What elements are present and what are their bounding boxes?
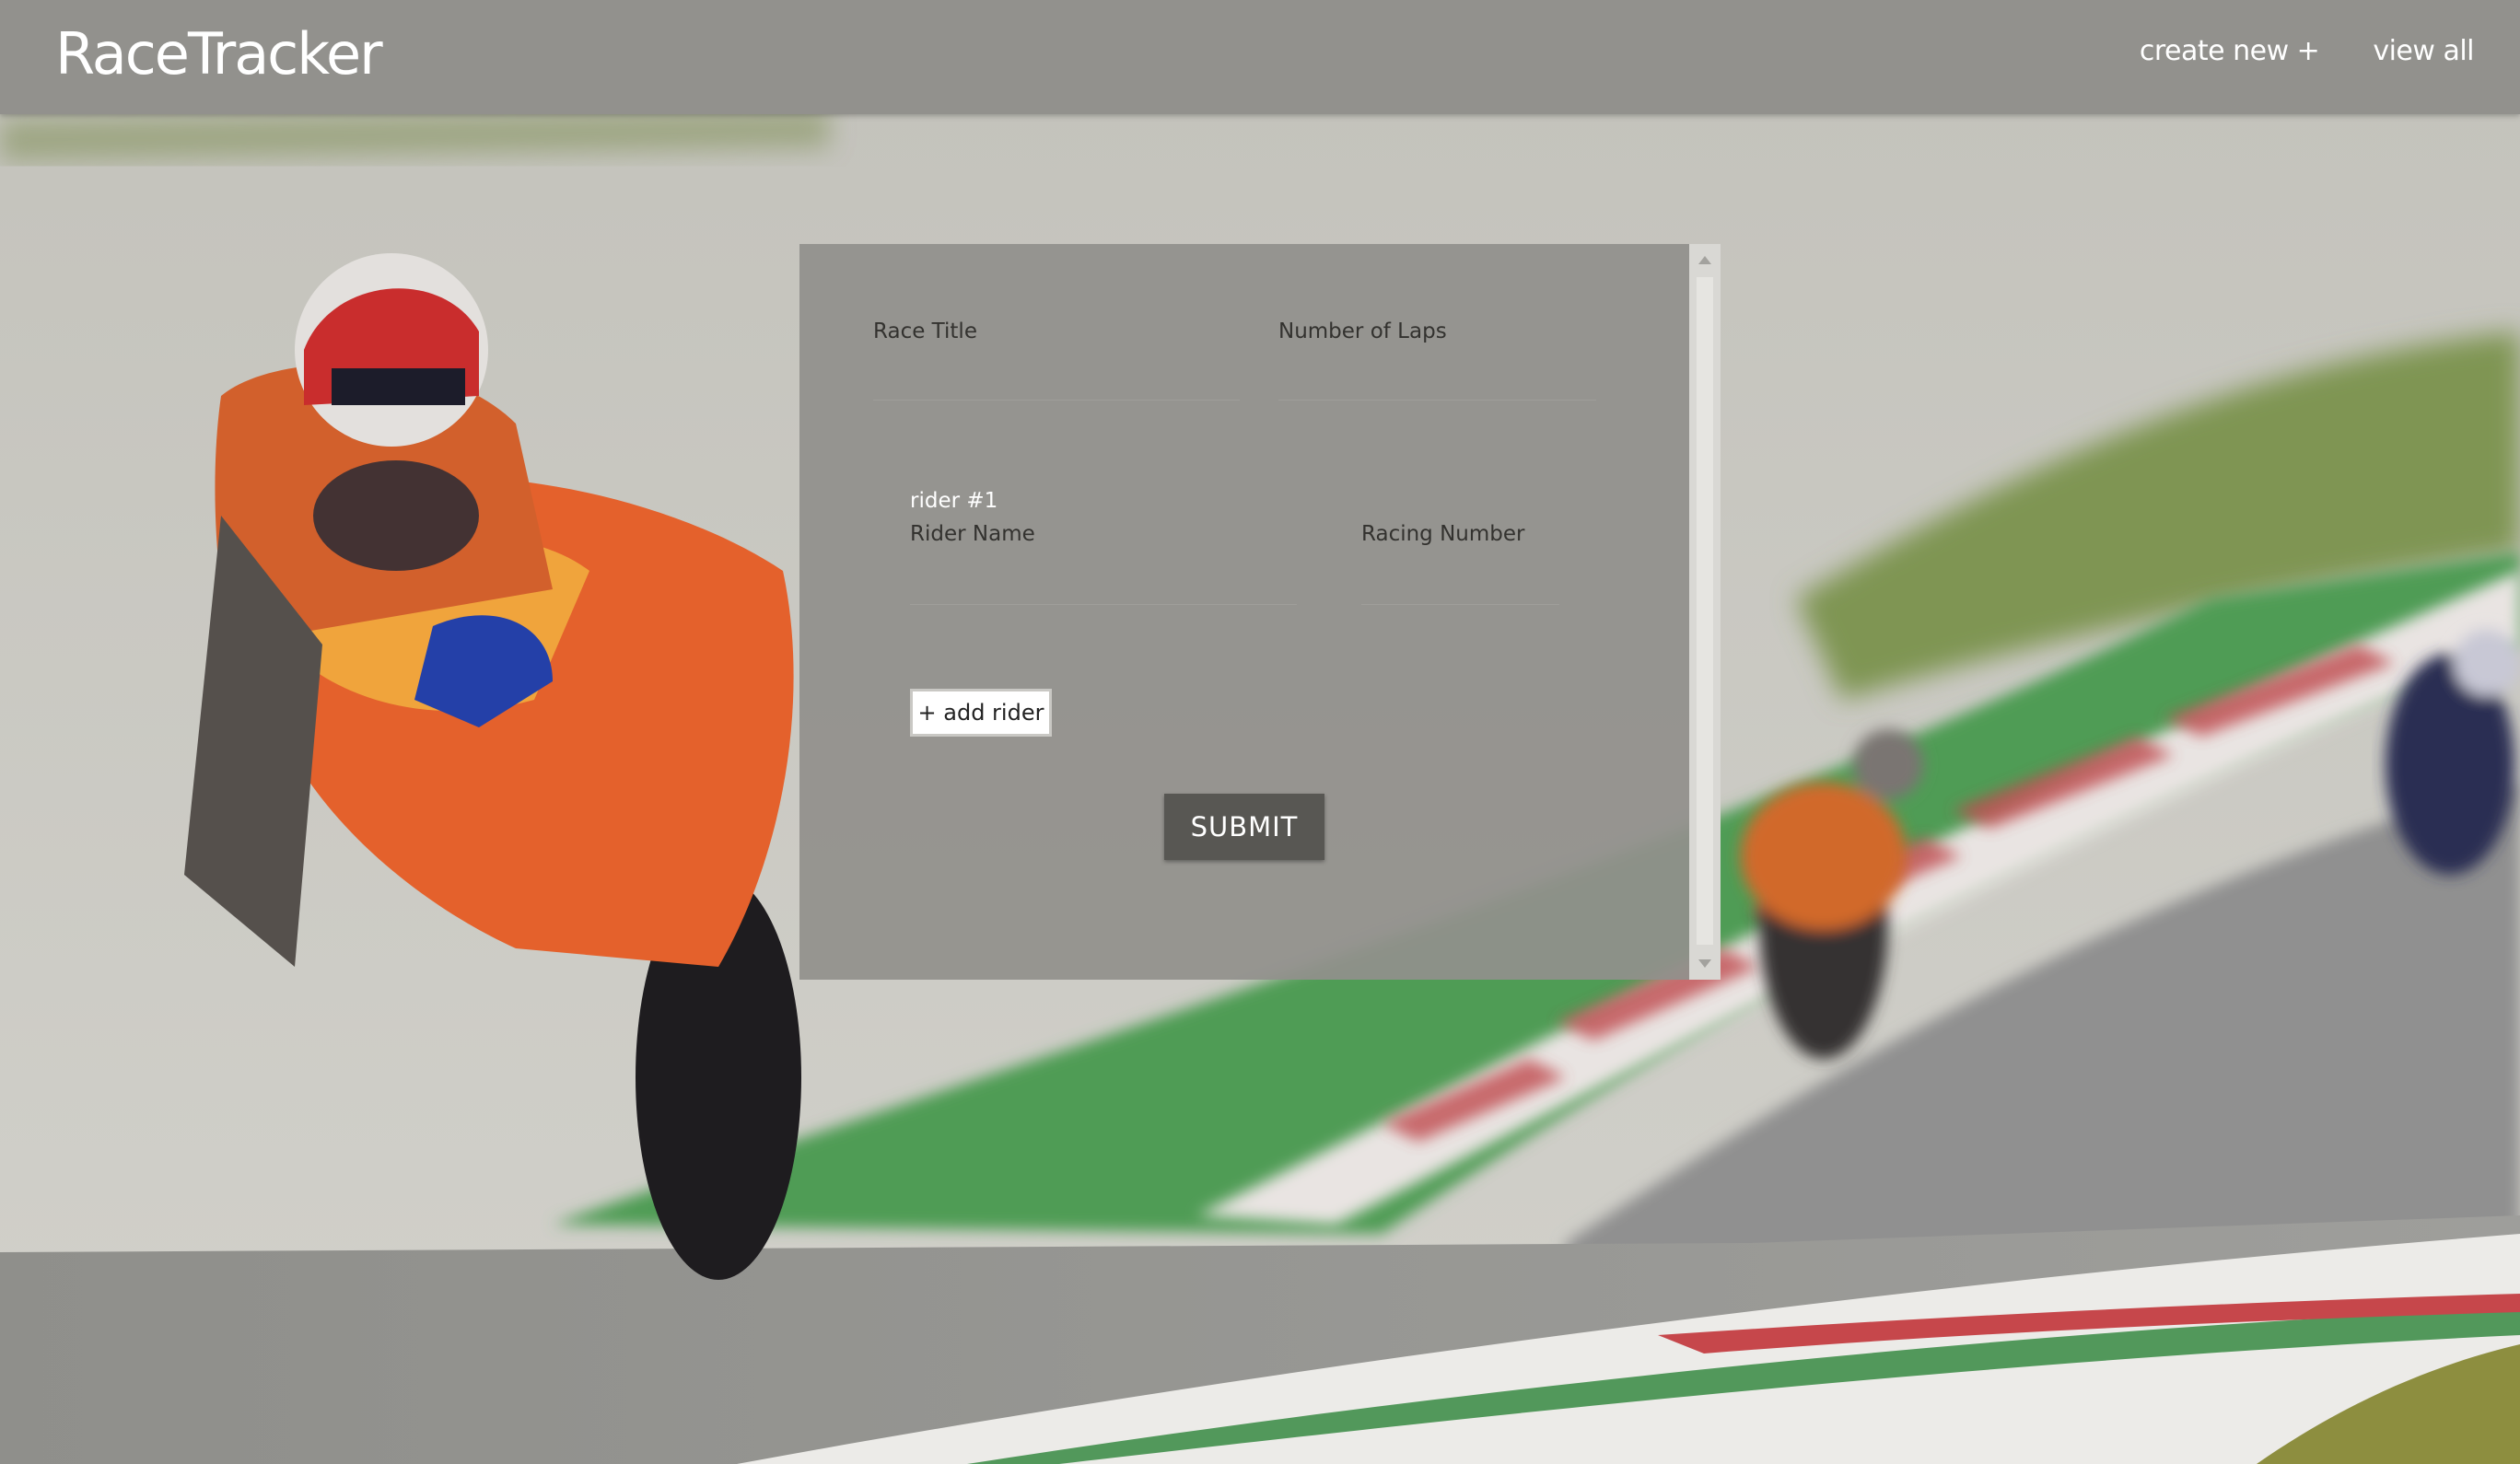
rider-name-input[interactable] [910, 564, 1297, 605]
number-of-laps-input[interactable] [1278, 359, 1596, 401]
page: RaceTracker create new + view all Race T… [0, 0, 2520, 1464]
race-title-label: Race Title [873, 320, 977, 343]
panel-scrollbar[interactable] [1689, 244, 1721, 980]
create-new-link[interactable]: create new + [2140, 35, 2320, 67]
rider-name-label: Rider Name [910, 522, 1035, 546]
brand-logo[interactable]: RaceTracker [55, 20, 383, 87]
racing-number-label: Racing Number [1361, 522, 1525, 546]
race-form-panel: Race Title Number of Laps rider #1 Rider… [799, 244, 1721, 980]
scroll-down-icon[interactable] [1698, 959, 1711, 968]
submit-button[interactable]: SUBMIT [1164, 794, 1324, 860]
scroll-thumb[interactable] [1697, 277, 1713, 945]
number-of-laps-label: Number of Laps [1278, 320, 1447, 343]
rider-heading: rider #1 [910, 489, 998, 513]
racing-number-input[interactable] [1361, 564, 1559, 605]
view-all-link[interactable]: view all [2373, 35, 2474, 67]
race-title-input[interactable] [873, 359, 1240, 401]
add-rider-button[interactable]: + add rider [910, 689, 1052, 737]
nav-links: create new + view all [2140, 35, 2475, 67]
top-navbar: RaceTracker create new + view all [0, 0, 2520, 114]
scroll-up-icon[interactable] [1698, 256, 1711, 264]
